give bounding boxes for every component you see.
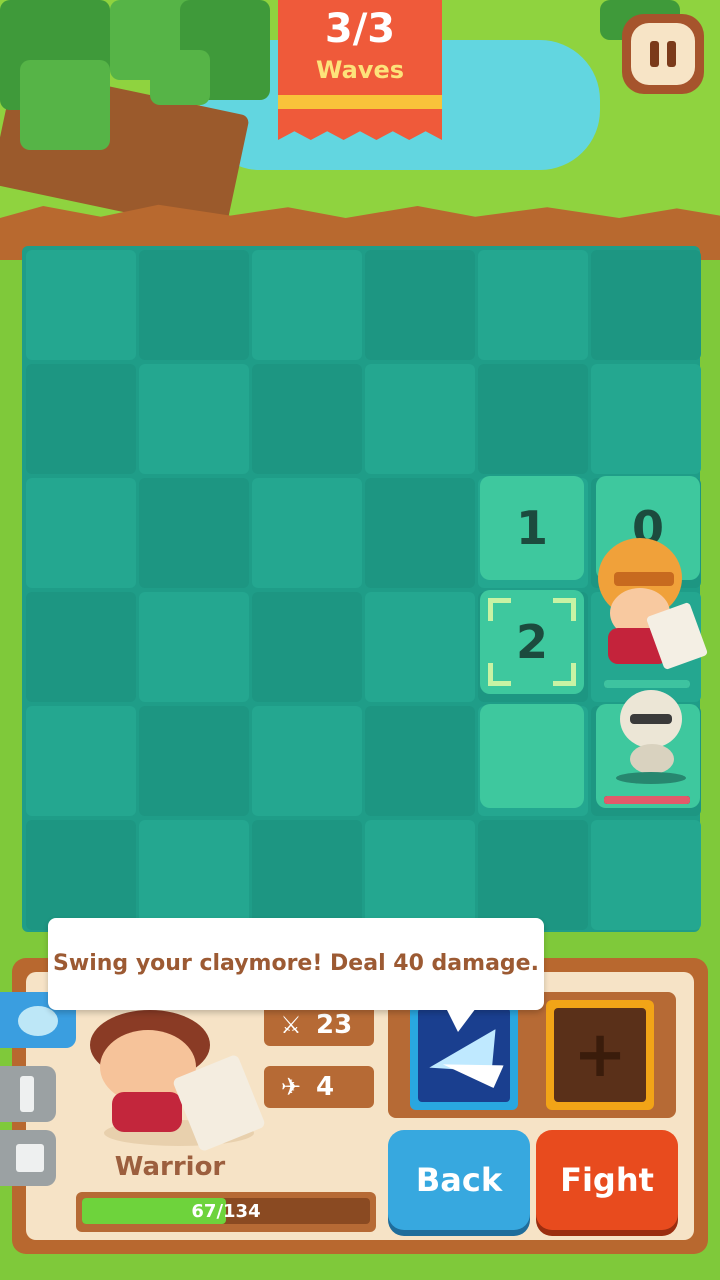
hero-name: Warrior bbox=[114, 1152, 226, 1182]
mummy-enemy[interactable] bbox=[594, 684, 704, 794]
board-cell[interactable] bbox=[26, 478, 136, 588]
board-cell[interactable] bbox=[365, 250, 475, 360]
board-cell[interactable] bbox=[139, 820, 249, 930]
hp-text: 67/134 bbox=[191, 1201, 261, 1222]
mummy-body bbox=[630, 744, 674, 774]
mummy-eyes bbox=[630, 714, 672, 724]
empty-card-slot[interactable]: + bbox=[546, 1000, 654, 1110]
pause-button[interactable] bbox=[622, 14, 704, 94]
attack-value: 23 bbox=[316, 1010, 353, 1040]
board-cell[interactable] bbox=[139, 478, 249, 588]
winged-boot-icon: ✈ bbox=[280, 1073, 302, 1101]
tile-number: 2 bbox=[515, 615, 548, 669]
selection-corner bbox=[553, 598, 576, 621]
attack-stat: ⚔ 23 bbox=[264, 1004, 374, 1046]
hero-hp-bar: 67/134 bbox=[76, 1192, 376, 1232]
selection-corner bbox=[488, 598, 511, 621]
tower-tab-icon bbox=[20, 1076, 34, 1112]
spell-tab-icon bbox=[18, 1006, 58, 1036]
board-cell[interactable] bbox=[139, 364, 249, 474]
board-cell[interactable] bbox=[591, 250, 701, 360]
board-cell[interactable] bbox=[26, 592, 136, 702]
board-cell[interactable] bbox=[139, 592, 249, 702]
hero-portrait bbox=[84, 1000, 274, 1153]
board-cell[interactable] bbox=[478, 364, 588, 474]
board-cell[interactable] bbox=[365, 364, 475, 474]
board-cell[interactable] bbox=[365, 820, 475, 930]
fight-button[interactable]: Fight bbox=[536, 1130, 678, 1230]
board-cell[interactable] bbox=[252, 364, 362, 474]
castle-tab[interactable] bbox=[0, 1130, 56, 1186]
skill-tooltip: Swing your claymore! Deal 40 damage. bbox=[48, 918, 544, 1032]
board-cell[interactable] bbox=[252, 250, 362, 360]
board-cell[interactable] bbox=[365, 706, 475, 816]
board-cell[interactable] bbox=[478, 250, 588, 360]
board-cell[interactable] bbox=[591, 364, 701, 474]
banner-stripe bbox=[278, 95, 442, 109]
tree-canopy bbox=[150, 50, 210, 105]
board-cell[interactable] bbox=[252, 820, 362, 930]
wave-label: Waves bbox=[315, 56, 405, 84]
castle-tab-icon bbox=[16, 1144, 44, 1172]
helmet-visor bbox=[614, 572, 674, 586]
board-cell[interactable] bbox=[139, 250, 249, 360]
sword-icon: ⚔ bbox=[280, 1011, 302, 1039]
move-value: 4 bbox=[316, 1072, 335, 1102]
board-cell[interactable] bbox=[139, 706, 249, 816]
board-cell[interactable] bbox=[252, 706, 362, 816]
enemy-shadow bbox=[616, 772, 686, 784]
board-cell[interactable] bbox=[26, 364, 136, 474]
wave-count: 3/3 bbox=[324, 6, 396, 52]
board-cell[interactable] bbox=[252, 592, 362, 702]
tree-canopy bbox=[20, 60, 110, 150]
move-tile[interactable]: 1 bbox=[480, 476, 584, 580]
board-cell[interactable] bbox=[26, 706, 136, 816]
move-tile[interactable] bbox=[480, 704, 584, 808]
tooltip-text: Swing your claymore! Deal 40 damage. bbox=[53, 951, 539, 976]
board-cell[interactable] bbox=[365, 478, 475, 588]
tower-tab[interactable] bbox=[0, 1066, 56, 1122]
selection-corner bbox=[553, 663, 576, 686]
board-cell[interactable] bbox=[26, 820, 136, 930]
warrior-unit[interactable] bbox=[588, 528, 714, 671]
move-stat: ✈ 4 bbox=[264, 1066, 374, 1108]
board-cell[interactable] bbox=[591, 820, 701, 930]
board-cell[interactable] bbox=[252, 478, 362, 588]
board-cell[interactable] bbox=[26, 250, 136, 360]
pause-icon bbox=[631, 23, 695, 85]
board-cell[interactable] bbox=[365, 592, 475, 702]
wave-banner: 3/3 Waves bbox=[278, 0, 442, 140]
back-button[interactable]: Back bbox=[388, 1130, 530, 1230]
banner-tail bbox=[278, 118, 442, 140]
selection-corner bbox=[488, 663, 511, 686]
tile-number: 1 bbox=[515, 501, 548, 555]
enemy-health-bar bbox=[604, 796, 690, 804]
board-cell[interactable] bbox=[478, 820, 588, 930]
selected-move-tile[interactable]: 2 bbox=[480, 590, 584, 694]
plus-icon: + bbox=[554, 1008, 646, 1102]
hero-armor bbox=[112, 1092, 182, 1132]
